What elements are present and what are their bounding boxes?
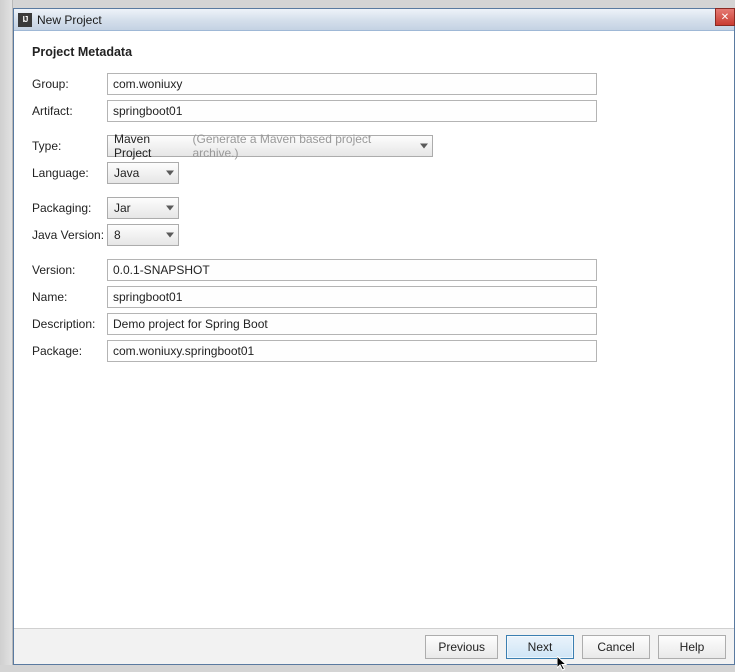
titlebar[interactable]: New Project ✕	[14, 9, 734, 31]
type-label: Type:	[32, 139, 107, 153]
type-selected: Maven Project	[114, 132, 188, 160]
packaging-selected: Jar	[114, 201, 131, 215]
name-label: Name:	[32, 290, 107, 304]
language-selected: Java	[114, 166, 139, 180]
previous-button[interactable]: Previous	[425, 635, 498, 659]
name-input[interactable]	[107, 286, 597, 308]
app-icon	[18, 13, 32, 27]
next-button[interactable]: Next	[506, 635, 574, 659]
version-input[interactable]	[107, 259, 597, 281]
help-button[interactable]: Help	[658, 635, 726, 659]
language-label: Language:	[32, 166, 107, 180]
window-title: New Project	[37, 13, 102, 27]
java-version-selected: 8	[114, 228, 121, 242]
packaging-label: Packaging:	[32, 201, 107, 215]
chevron-down-icon	[166, 206, 174, 211]
type-hint: (Generate a Maven based project archive.…	[192, 132, 414, 160]
group-label: Group:	[32, 77, 107, 91]
section-title: Project Metadata	[32, 45, 716, 59]
button-bar: Previous Next Cancel Help	[14, 628, 734, 664]
close-icon: ✕	[721, 12, 729, 23]
dialog-content: Project Metadata Group: Artifact: Type: …	[14, 31, 734, 628]
language-dropdown[interactable]: Java	[107, 162, 179, 184]
description-input[interactable]	[107, 313, 597, 335]
new-project-dialog: New Project ✕ Project Metadata Group: Ar…	[13, 8, 735, 665]
description-label: Description:	[32, 317, 107, 331]
background-sliver	[0, 0, 13, 665]
artifact-input[interactable]	[107, 100, 597, 122]
chevron-down-icon	[166, 171, 174, 176]
java-version-dropdown[interactable]: 8	[107, 224, 179, 246]
package-input[interactable]	[107, 340, 597, 362]
chevron-down-icon	[166, 233, 174, 238]
close-button[interactable]: ✕	[715, 8, 735, 26]
version-label: Version:	[32, 263, 107, 277]
artifact-label: Artifact:	[32, 104, 107, 118]
java-version-label: Java Version:	[32, 228, 107, 242]
chevron-down-icon	[420, 144, 428, 149]
packaging-dropdown[interactable]: Jar	[107, 197, 179, 219]
group-input[interactable]	[107, 73, 597, 95]
type-dropdown[interactable]: Maven Project (Generate a Maven based pr…	[107, 135, 433, 157]
package-label: Package:	[32, 344, 107, 358]
cancel-button[interactable]: Cancel	[582, 635, 650, 659]
